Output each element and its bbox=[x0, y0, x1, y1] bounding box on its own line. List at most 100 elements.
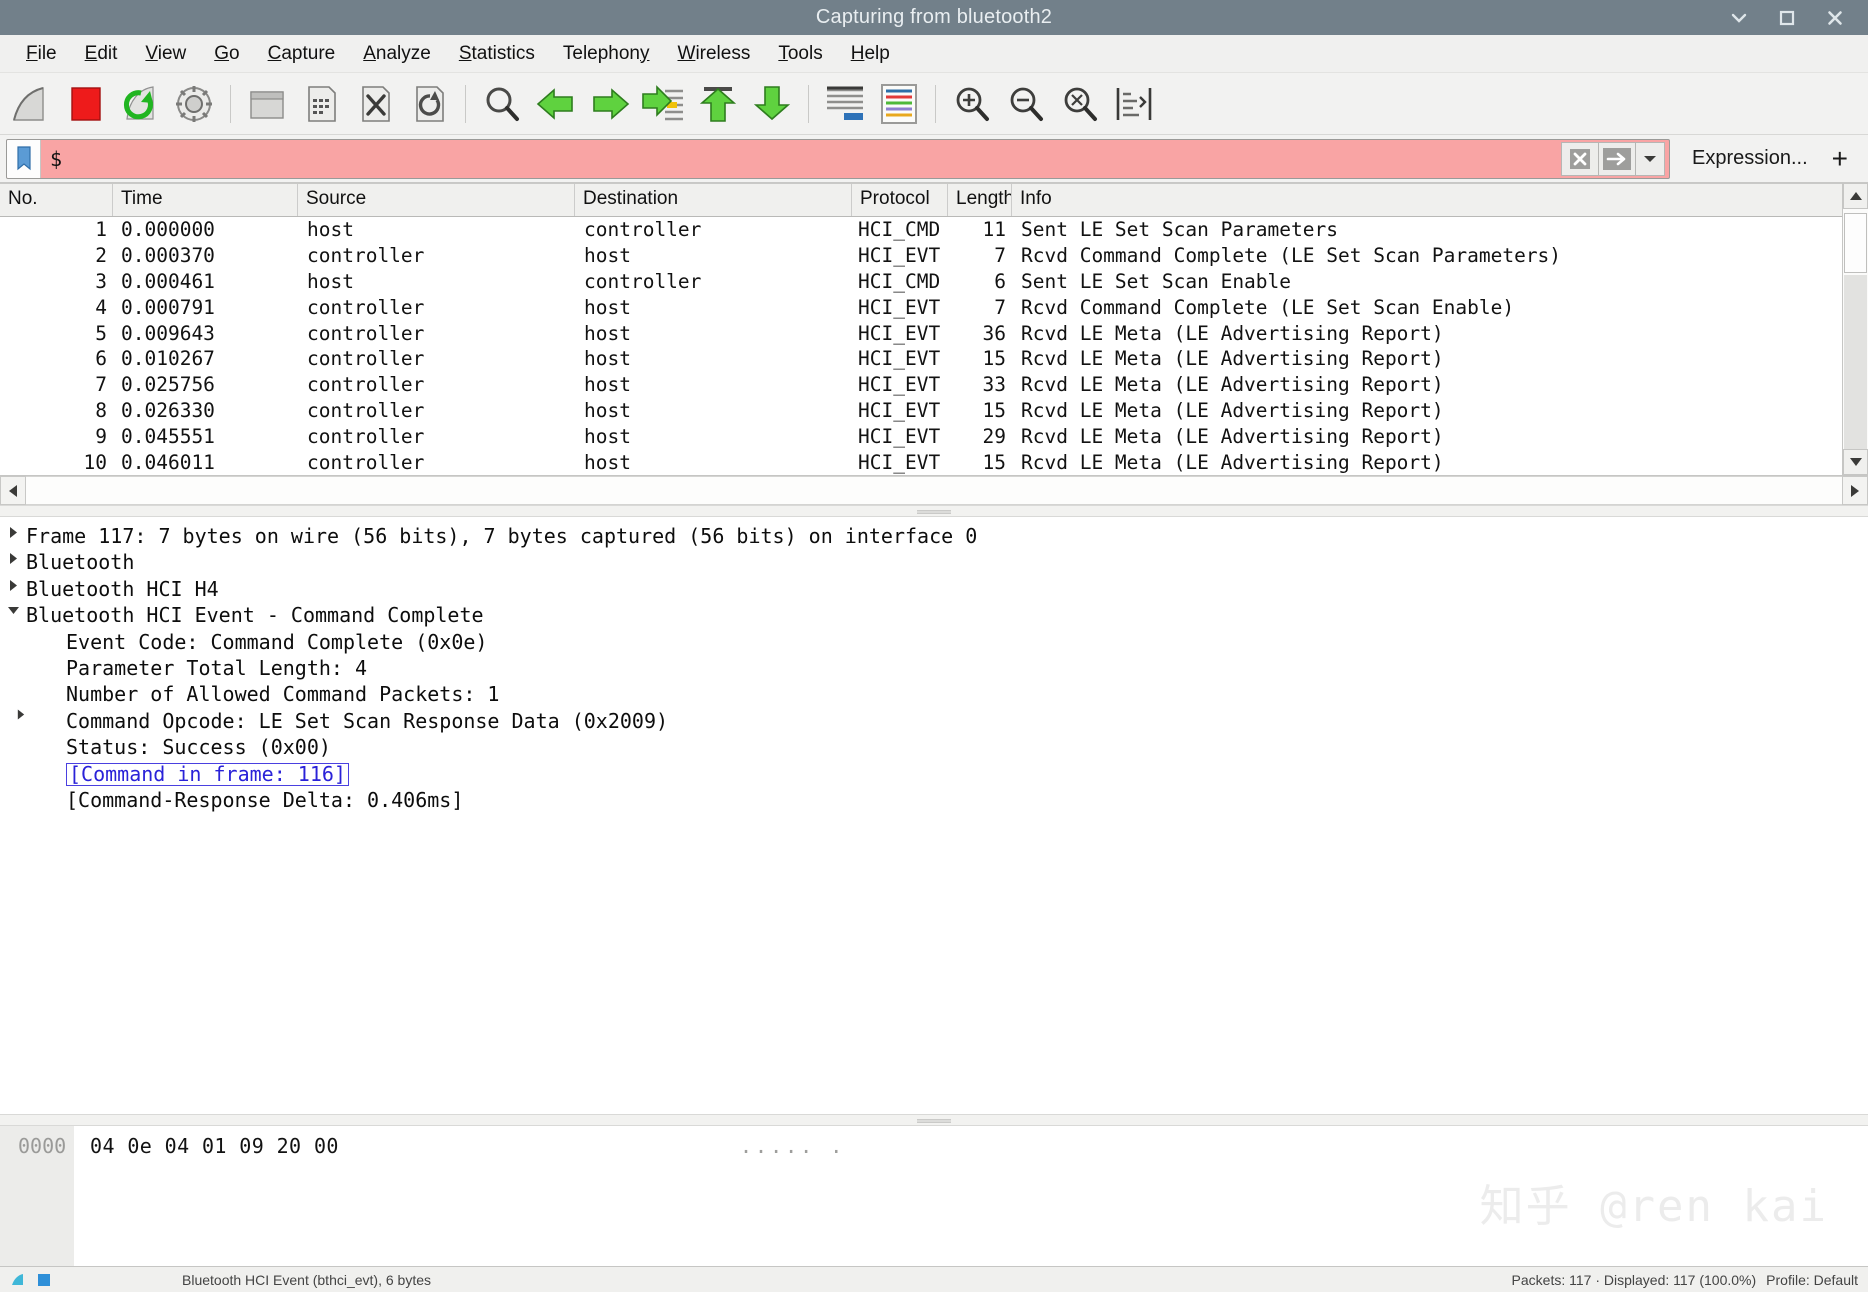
detail-tree-node[interactable]: Bluetooth HCI H4 bbox=[0, 576, 1868, 602]
reload-file-icon[interactable] bbox=[403, 78, 455, 130]
minimize-icon[interactable] bbox=[1728, 7, 1750, 29]
detail-tree-node[interactable]: Bluetooth HCI Event - Command Complete bbox=[0, 602, 1868, 628]
cell-protocol: HCI_EVT bbox=[858, 295, 941, 319]
packet-list-vertical-scrollbar[interactable] bbox=[1842, 183, 1868, 475]
filter-expression-button[interactable]: Expression... bbox=[1670, 147, 1826, 170]
menu-tools[interactable]: Tools bbox=[764, 39, 836, 69]
close-file-icon[interactable] bbox=[349, 78, 401, 130]
display-filter-container[interactable] bbox=[6, 138, 1671, 179]
packet-detail-bytes-splitter[interactable] bbox=[0, 1114, 1868, 1126]
packet-bytes-pane[interactable]: 0000 04 0e 04 01 09 20 00 ..... . 知乎 @re… bbox=[0, 1126, 1868, 1266]
menu-edit[interactable]: Edit bbox=[71, 39, 132, 69]
packet-list-detail-splitter[interactable] bbox=[0, 505, 1868, 517]
table-row[interactable]: 6 0.010267 controller host HCI_EVT 15 Rcvd LE … bbox=[0, 346, 1842, 372]
go-forward-icon[interactable] bbox=[584, 78, 636, 130]
menu-file[interactable]: File bbox=[12, 39, 71, 69]
go-first-packet-icon[interactable] bbox=[692, 78, 744, 130]
menu-help[interactable]: Help bbox=[837, 39, 904, 69]
menu-view[interactable]: View bbox=[131, 39, 200, 69]
menu-capture[interactable]: Capture bbox=[254, 39, 350, 69]
filter-apply-icon[interactable] bbox=[1598, 141, 1637, 176]
scroll-right-arrow-icon[interactable] bbox=[1842, 476, 1868, 505]
menu-statistics[interactable]: Statistics bbox=[445, 39, 549, 69]
scroll-down-arrow-icon[interactable] bbox=[1843, 449, 1868, 475]
table-row[interactable]: 9 0.045551 controller host HCI_EVT 29 Rcvd LE … bbox=[0, 423, 1842, 449]
resize-columns-icon[interactable] bbox=[1108, 78, 1160, 130]
cell-no: 6 bbox=[95, 347, 107, 371]
scroll-up-arrow-icon[interactable] bbox=[1843, 183, 1868, 209]
chevron-right-icon[interactable] bbox=[0, 549, 26, 565]
filter-history-dropdown-icon[interactable] bbox=[1635, 141, 1666, 176]
maximize-icon[interactable] bbox=[1776, 7, 1798, 29]
close-icon[interactable] bbox=[1824, 7, 1846, 29]
open-file-icon[interactable] bbox=[241, 78, 293, 130]
filter-bookmark-icon[interactable] bbox=[7, 139, 41, 178]
vertical-scroll-thumb[interactable] bbox=[1844, 213, 1867, 273]
scroll-left-arrow-icon[interactable] bbox=[0, 476, 26, 505]
detail-tree-node[interactable]: Status: Success (0x00) bbox=[0, 734, 1868, 760]
add-filter-button-icon[interactable]: + bbox=[1826, 144, 1862, 173]
menu-go[interactable]: Go bbox=[200, 39, 253, 69]
menu-telephony[interactable]: Telephony bbox=[549, 39, 664, 69]
hex-bytes-column[interactable]: 04 0e 04 01 09 20 00 bbox=[74, 1126, 339, 1266]
detail-tree-node[interactable]: Number of Allowed Command Packets: 1 bbox=[0, 681, 1868, 707]
cell-no: 2 bbox=[95, 244, 107, 268]
restart-capture-icon[interactable] bbox=[114, 78, 166, 130]
detail-tree-node[interactable]: [Command in frame: 116] bbox=[0, 761, 1868, 787]
find-packet-icon[interactable] bbox=[476, 78, 528, 130]
go-to-packet-icon[interactable] bbox=[638, 78, 690, 130]
save-file-icon[interactable] bbox=[295, 78, 347, 130]
column-header-protocol[interactable]: Protocol bbox=[852, 184, 948, 216]
zoom-reset-icon[interactable] bbox=[1054, 78, 1106, 130]
auto-scroll-icon[interactable] bbox=[819, 78, 871, 130]
table-row[interactable]: 4 0.000791 controller host HCI_EVT 7 Rcvd Comm… bbox=[0, 294, 1842, 320]
expert-info-icon[interactable] bbox=[36, 1272, 52, 1288]
table-row[interactable]: 8 0.026330 controller host HCI_EVT 15 Rcvd LE … bbox=[0, 398, 1842, 424]
detail-tree-node[interactable]: Frame 117: 7 bytes on wire (56 bits), 7 … bbox=[0, 523, 1868, 549]
command-in-frame-link[interactable]: [Command in frame: 116] bbox=[66, 762, 349, 786]
vertical-scroll-track-lower[interactable] bbox=[1844, 275, 1867, 449]
chevron-right-icon[interactable] bbox=[0, 576, 26, 592]
horizontal-scroll-track[interactable] bbox=[26, 476, 1842, 505]
chevron-right-icon[interactable] bbox=[0, 523, 26, 539]
table-row[interactable]: 2 0.000370 controller host HCI_EVT 7 Rcvd Comm… bbox=[0, 243, 1842, 269]
table-row[interactable]: 3 0.000461 host controller HCI_CMD 6 Sent LE S… bbox=[0, 269, 1842, 295]
column-header-time[interactable]: Time bbox=[113, 184, 298, 216]
packet-list-horizontal-scrollbar[interactable] bbox=[0, 475, 1868, 505]
title-bar: Capturing from bluetooth2 bbox=[0, 0, 1868, 35]
detail-tree-node[interactable]: Parameter Total Length: 4 bbox=[0, 655, 1868, 681]
detail-tree-node[interactable]: Bluetooth bbox=[0, 549, 1868, 575]
menu-analyze[interactable]: Analyze bbox=[349, 39, 445, 69]
colorize-icon[interactable] bbox=[873, 78, 925, 130]
go-last-packet-icon[interactable] bbox=[746, 78, 798, 130]
display-filter-input[interactable] bbox=[41, 139, 1563, 178]
status-profile-text[interactable]: Profile: Default bbox=[1766, 1272, 1858, 1288]
go-back-icon[interactable] bbox=[530, 78, 582, 130]
detail-tree-node[interactable]: Event Code: Command Complete (0x0e) bbox=[0, 629, 1868, 655]
packet-detail-pane[interactable]: Frame 117: 7 bytes on wire (56 bits), 7 … bbox=[0, 517, 1868, 1114]
chevron-right-icon[interactable] bbox=[0, 708, 26, 721]
column-header-source[interactable]: Source bbox=[298, 184, 575, 216]
table-row[interactable]: 5 0.009643 controller host HCI_EVT 36 Rcvd LE … bbox=[0, 320, 1842, 346]
hex-ascii-column[interactable]: ..... . bbox=[740, 1126, 845, 1158]
column-header-no[interactable]: No. bbox=[0, 184, 113, 216]
detail-tree-node[interactable]: Command Opcode: LE Set Scan Response Dat… bbox=[0, 708, 1868, 734]
table-row[interactable]: 1 0.000000 host controller HCI_CMD 11 Sent LE … bbox=[0, 217, 1842, 243]
status-bar: Bluetooth HCI Event (bthci_evt), 6 bytes… bbox=[0, 1266, 1868, 1292]
detail-tree-node[interactable]: [Command-Response Delta: 0.406ms] bbox=[0, 787, 1868, 813]
capture-status-icon[interactable] bbox=[10, 1272, 26, 1288]
table-row[interactable]: 10 0.046011 controller host HCI_EVT 15 Rcvd LE… bbox=[0, 449, 1842, 475]
menu-wireless[interactable]: Wireless bbox=[664, 39, 765, 69]
filter-clear-icon[interactable] bbox=[1561, 141, 1600, 176]
column-header-length[interactable]: Length bbox=[948, 184, 1012, 216]
start-capture-icon[interactable] bbox=[6, 78, 58, 130]
zoom-out-icon[interactable] bbox=[1000, 78, 1052, 130]
zoom-in-icon[interactable] bbox=[946, 78, 998, 130]
capture-options-icon[interactable] bbox=[168, 78, 220, 130]
column-header-info[interactable]: Info bbox=[1012, 184, 1842, 216]
stop-capture-icon[interactable] bbox=[60, 78, 112, 130]
table-row[interactable]: 7 0.025756 controller host HCI_EVT 33 Rcvd LE … bbox=[0, 372, 1842, 398]
chevron-down-icon[interactable] bbox=[0, 602, 26, 616]
vertical-scroll-track[interactable] bbox=[1843, 209, 1868, 449]
column-header-destination[interactable]: Destination bbox=[575, 184, 852, 216]
